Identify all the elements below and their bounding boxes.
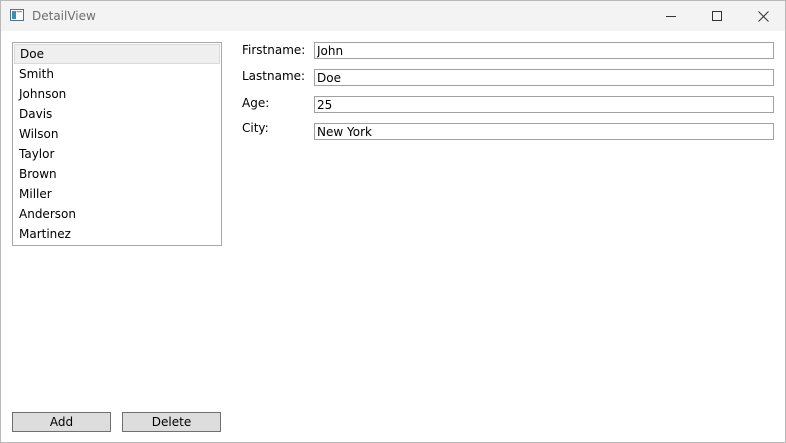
list-item[interactable]: Taylor (14, 144, 220, 164)
close-icon (757, 10, 769, 22)
delete-button[interactable]: Delete (122, 412, 221, 432)
person-listbox[interactable]: Doe Smith Johnson Davis Wilson Taylor Br… (12, 42, 222, 246)
add-button[interactable]: Add (12, 412, 111, 432)
list-item[interactable]: Doe (14, 44, 220, 64)
city-field[interactable] (314, 123, 774, 140)
list-item[interactable]: Wilson (14, 124, 220, 144)
list-item[interactable]: Miller (14, 184, 220, 204)
app-window-icon (10, 9, 24, 21)
title-bar[interactable]: DetailView (1, 1, 785, 31)
minimize-button[interactable] (648, 1, 694, 31)
list-item[interactable]: Johnson (14, 84, 220, 104)
firstname-field[interactable] (314, 42, 774, 59)
close-button[interactable] (740, 1, 786, 31)
firstname-label: Firstname: (242, 43, 306, 57)
maximize-icon (712, 11, 722, 21)
lastname-label: Lastname: (242, 69, 306, 83)
minimize-icon (666, 16, 676, 17)
age-field[interactable] (314, 96, 774, 113)
list-item[interactable]: Brown (14, 164, 220, 184)
window-title: DetailView (32, 9, 96, 23)
maximize-button[interactable] (694, 1, 740, 31)
lastname-field[interactable] (314, 69, 774, 86)
list-item[interactable]: Davis (14, 104, 220, 124)
city-label: City: (242, 121, 269, 135)
list-item[interactable]: Anderson (14, 204, 220, 224)
detailview-window: DetailView Doe Smith Johnson Davis Wilso… (0, 0, 786, 443)
age-label: Age: (242, 96, 270, 110)
list-item[interactable]: Smith (14, 64, 220, 84)
list-item[interactable]: Martinez (14, 224, 220, 244)
